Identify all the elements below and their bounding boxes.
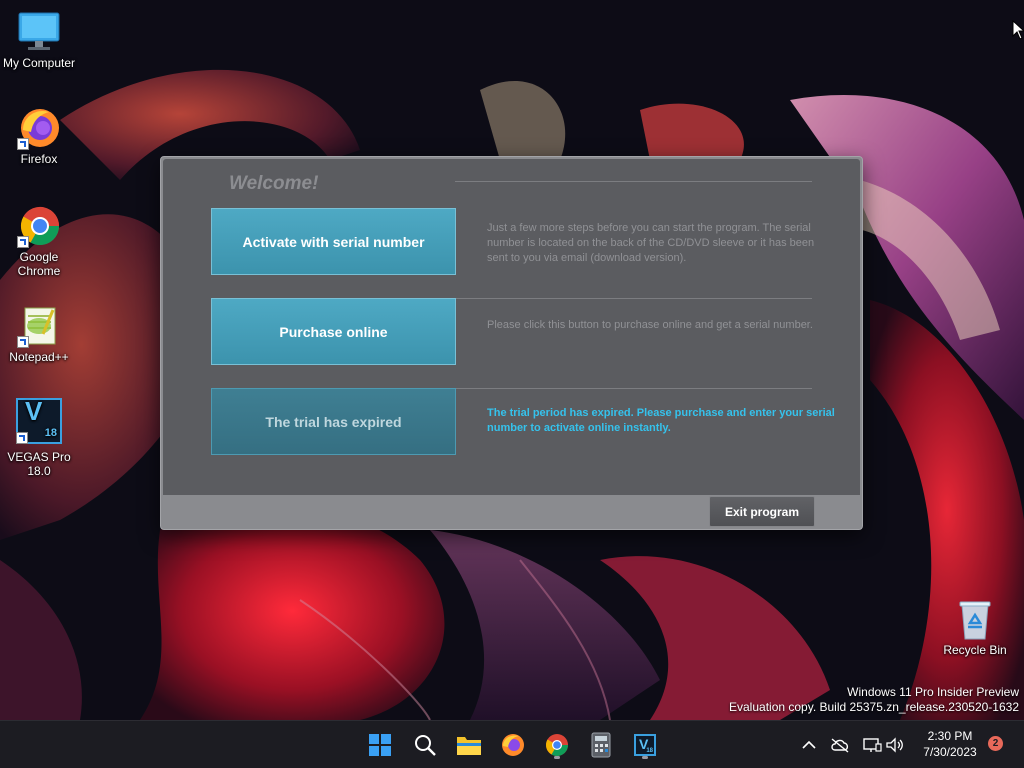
desktop-icon-label: VEGAS Pro 18.0	[7, 450, 71, 478]
shortcut-arrow-icon	[17, 236, 29, 248]
exit-program-button[interactable]: Exit program	[709, 496, 815, 527]
activate-description: Just a few more steps before you can sta…	[487, 222, 815, 264]
monitor-icon	[17, 10, 61, 54]
watermark-build: Evaluation copy. Build 25375.zn_release.…	[729, 700, 1019, 714]
mouse-cursor-icon	[1012, 19, 1024, 45]
desktop-icon-label: Notepad++	[9, 350, 69, 364]
purchase-online-button[interactable]: Purchase online	[211, 298, 456, 365]
chrome-icon[interactable]	[541, 729, 573, 761]
vegas-version-badge: 18	[44, 427, 57, 439]
running-indicator	[554, 756, 560, 759]
calculator-icon[interactable]	[585, 729, 617, 761]
clock-time: 2:30 PM	[927, 729, 973, 743]
shortcut-arrow-icon	[17, 138, 29, 150]
windows-watermark: Windows 11 Pro Insider Preview Evaluatio…	[729, 685, 1019, 715]
taskbar: V 18 2:30 PM 7/30/2023	[0, 720, 1024, 768]
desktop-icon-label: Firefox	[20, 152, 58, 166]
vegas-letter: V	[25, 396, 43, 426]
vegas-pro-icon[interactable]: V 18	[629, 729, 661, 761]
desktop-icon-recycle-bin[interactable]: Recycle Bin	[937, 597, 1013, 657]
row-divider	[455, 298, 812, 299]
start-icon[interactable]	[364, 729, 396, 761]
speaker-icon[interactable]	[881, 729, 909, 761]
firefox-icon[interactable]	[497, 729, 529, 761]
firefox-icon	[17, 106, 61, 150]
cloud-offline-icon[interactable]	[826, 729, 854, 761]
watermark-edition: Windows 11 Pro Insider Preview	[847, 685, 1019, 699]
vegas-version-badge: 18	[646, 748, 653, 754]
dialog-title: Welcome!	[229, 173, 319, 194]
desktop-icon-label: My Computer	[2, 56, 76, 70]
chevron-up-icon[interactable]	[795, 729, 823, 761]
welcome-dialog: Welcome! Activate with serial number Jus…	[160, 156, 863, 530]
shortcut-arrow-icon	[16, 432, 28, 444]
desktop-icon-firefox[interactable]: Firefox	[1, 106, 77, 166]
desktop-icon-my-computer[interactable]: My Computer	[1, 10, 77, 70]
vegas-pro-icon: V 18	[16, 398, 62, 444]
search-icon[interactable]	[409, 729, 441, 761]
desktop-icon-label: Recycle Bin	[943, 643, 1007, 657]
row-divider	[455, 388, 812, 389]
purchase-description: Please click this button to purchase onl…	[487, 319, 813, 331]
running-indicator	[642, 756, 648, 759]
shortcut-arrow-icon	[17, 336, 29, 348]
row-divider	[455, 181, 812, 182]
notification-count-badge[interactable]: 2	[988, 736, 1003, 751]
desktop-icon-notepadpp[interactable]: Notepad++	[1, 304, 77, 364]
taskbar-clock[interactable]: 2:30 PM 7/30/2023	[915, 728, 985, 760]
notepad-plus-plus-icon	[17, 304, 61, 348]
chrome-icon	[17, 204, 61, 248]
desktop-icon-vegas[interactable]: V 18 VEGAS Pro 18.0	[1, 398, 77, 478]
trial-expired-message: The trial period has expired. Please pur…	[487, 407, 835, 434]
desktop-icon-label: Google Chrome	[17, 250, 61, 278]
recycle-bin-icon	[953, 597, 997, 641]
dialog-content: Welcome! Activate with serial number Jus…	[163, 159, 860, 495]
desktop-icon-chrome[interactable]: Google Chrome	[1, 204, 77, 278]
file-explorer-icon[interactable]	[453, 729, 485, 761]
clock-date: 7/30/2023	[923, 745, 977, 759]
trial-expired-button: The trial has expired	[211, 388, 456, 455]
activate-serial-button[interactable]: Activate with serial number	[211, 208, 456, 275]
